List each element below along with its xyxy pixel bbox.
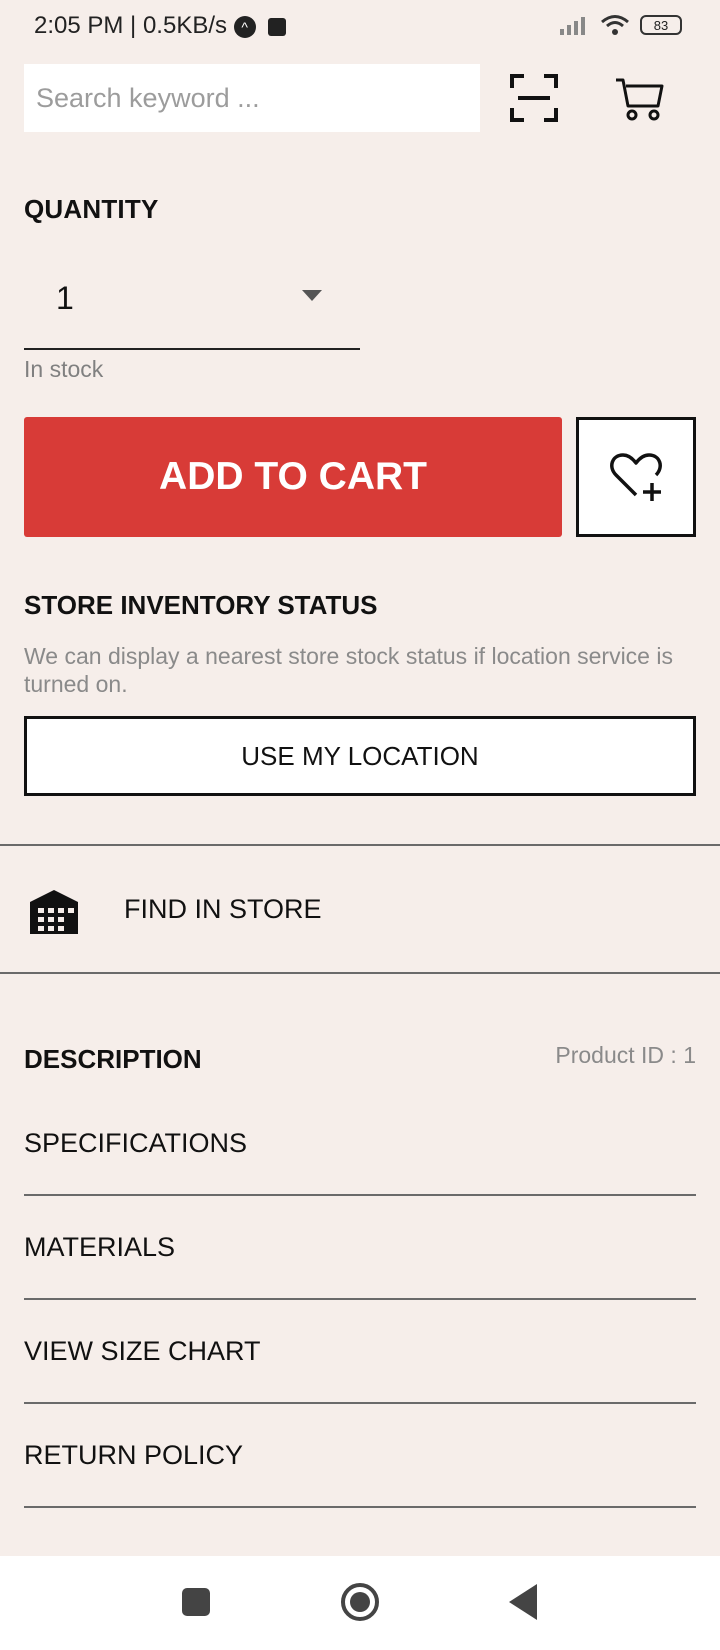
accordion-label: RETURN POLICY [24, 1440, 244, 1470]
accordion-label: VIEW SIZE CHART [24, 1336, 261, 1366]
accordion-materials[interactable]: MATERIALS [24, 1198, 696, 1300]
scan-icon [510, 74, 558, 122]
search-box[interactable] [24, 64, 480, 132]
battery-icon: 83 [640, 15, 682, 35]
accordion-label: SPECIFICATIONS [24, 1128, 248, 1158]
wifi-icon [601, 15, 629, 35]
status-time: 2:05 PM | 0.5KB/s ^ [34, 12, 287, 40]
recents-button[interactable] [182, 1588, 210, 1616]
add-to-cart-button[interactable]: ADD TO CART [24, 417, 562, 537]
signal-icon [560, 17, 585, 35]
add-to-wishlist-button[interactable] [576, 417, 696, 537]
inventory-description: We can display a nearest store stock sta… [24, 643, 673, 697]
inventory-title: STORE INVENTORY STATUS [24, 590, 378, 620]
scan-button[interactable] [508, 72, 560, 124]
quantity-title: QUANTITY [24, 194, 159, 224]
cart-button[interactable] [614, 72, 666, 124]
quantity-value: 1 [56, 280, 74, 316]
accordion-size-chart[interactable]: VIEW SIZE CHART [24, 1302, 696, 1404]
divider [0, 844, 720, 846]
stock-status: In stock [24, 356, 104, 382]
app-notification-icon: ^ [233, 15, 256, 38]
find-in-store-link[interactable]: FIND IN STORE [124, 894, 322, 925]
home-dot-icon [350, 1592, 370, 1612]
use-my-location-button[interactable]: USE MY LOCATION [24, 716, 696, 796]
store-icon [28, 888, 80, 934]
description-title: DESCRIPTION [24, 1044, 202, 1074]
puzzle-icon [268, 17, 287, 36]
quantity-dropdown[interactable]: 1 [24, 258, 360, 350]
status-bar: 2:05 PM | 0.5KB/s ^ 83 [0, 0, 720, 56]
accordion-specifications[interactable]: SPECIFICATIONS [24, 1094, 696, 1196]
heart-plus-icon [610, 453, 662, 501]
cart-icon [616, 78, 664, 121]
divider [0, 972, 720, 974]
accordion-return-policy[interactable]: RETURN POLICY [24, 1406, 696, 1508]
dropdown-caret-icon [302, 290, 322, 301]
search-input[interactable] [24, 64, 480, 132]
product-id: Product ID : 1 [555, 1042, 696, 1068]
accordion-label: MATERIALS [24, 1232, 176, 1262]
status-icons: 83 [560, 14, 682, 36]
back-button[interactable] [509, 1584, 537, 1620]
